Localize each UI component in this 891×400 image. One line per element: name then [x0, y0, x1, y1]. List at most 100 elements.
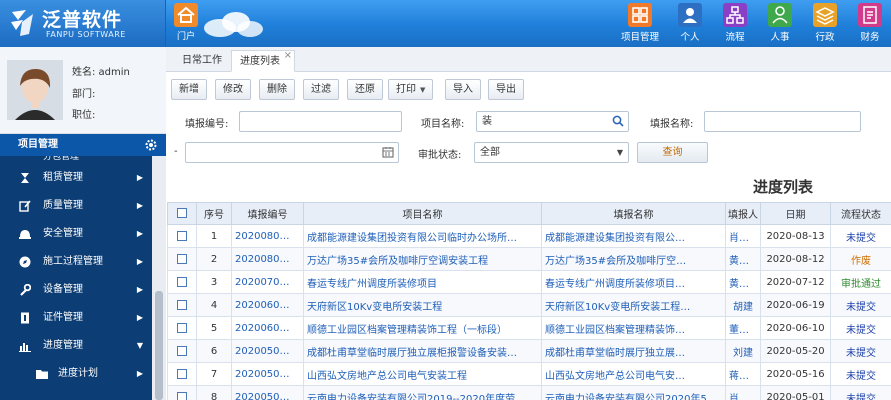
- report-name-link[interactable]: 天府新区10Kv变电所安装工程…: [541, 293, 726, 317]
- export-button[interactable]: 导出: [488, 79, 524, 100]
- column-header[interactable]: 日期: [760, 202, 831, 225]
- print-button[interactable]: 打印 ▼: [388, 79, 434, 100]
- row-checkbox[interactable]: [167, 293, 197, 317]
- report-code-link[interactable]: 2020050…: [231, 385, 304, 400]
- table-row[interactable]: 7 2020050… 山西弘文房地产总公司电气安装工程 山西弘文房地产总公司电气…: [167, 362, 891, 386]
- row-checkbox[interactable]: [167, 247, 197, 271]
- table-row[interactable]: 3 2020070… 春运专线广州调度所装修项目 春运专线广州调度所装修项目… …: [167, 270, 891, 294]
- report-name-link[interactable]: 成都杜甫草堂临时展厅独立展…: [541, 339, 726, 363]
- report-name-link[interactable]: 顺德工业园区档案管理精装饰…: [541, 316, 726, 340]
- row-checkbox[interactable]: [167, 270, 197, 294]
- sidebar-item-safety[interactable]: 安全管理 ▶: [0, 220, 152, 248]
- report-code-link[interactable]: 2020080…: [231, 224, 304, 248]
- gear-icon[interactable]: [144, 138, 158, 152]
- column-header[interactable]: 填报名称: [541, 202, 726, 225]
- project-name-link[interactable]: 成都杜甫草堂临时展厅独立展柜报警设备安装…: [303, 339, 542, 363]
- sidebar-scrollbar[interactable]: [152, 156, 166, 400]
- project-name-link[interactable]: 成都能源建设集团投资有限公司临时办公场所…: [303, 224, 542, 248]
- sidebar-item-progress[interactable]: 进度管理 ▼: [0, 332, 152, 360]
- table-row[interactable]: 1 2020080… 成都能源建设集团投资有限公司临时办公场所… 成都能源建设集…: [167, 224, 891, 248]
- report-name-link[interactable]: 成都能源建设集团投资有限公…: [541, 224, 726, 248]
- row-checkbox[interactable]: [167, 224, 197, 248]
- column-header[interactable]: 序号: [196, 202, 232, 225]
- table-row[interactable]: 5 2020060… 顺德工业园区档案管理精装饰工程（一标段） 顺德工业园区档案…: [167, 316, 891, 340]
- menu-header-label: 项目管理: [18, 139, 58, 150]
- sidebar-item-partial[interactable]: 分包管理: [0, 156, 152, 164]
- report-code-link[interactable]: 2020060…: [231, 316, 304, 340]
- project-name-link[interactable]: 顺德工业园区档案管理精装饰工程（一标段）: [303, 316, 542, 340]
- row-checkbox[interactable]: [167, 362, 197, 386]
- select-all-checkbox[interactable]: [167, 202, 197, 225]
- table-row[interactable]: 2 2020080… 万达广场35#会所及咖啡厅空调安装工程 万达广场35#会所…: [167, 247, 891, 271]
- column-header[interactable]: 填报人: [725, 202, 761, 225]
- edit-button[interactable]: 修改: [215, 79, 251, 100]
- report-date: 2020-07-12: [760, 270, 831, 294]
- row-checkbox[interactable]: [167, 339, 197, 363]
- nav-hr[interactable]: 人事: [758, 3, 802, 43]
- menu-header[interactable]: 项目管理: [0, 134, 166, 156]
- report-code-link[interactable]: 2020050…: [231, 362, 304, 386]
- sidebar-item-construction[interactable]: 施工过程管理 ▶: [0, 248, 152, 276]
- checkbox-icon: [177, 391, 187, 400]
- tab-progress-list[interactable]: 进度列表 ×: [231, 50, 295, 72]
- restore-button[interactable]: 还原: [347, 79, 383, 100]
- sidebar-item-quality[interactable]: 质量管理 ▶: [0, 192, 152, 220]
- project-name-link[interactable]: 春运专线广州调度所装修项目: [303, 270, 542, 294]
- nav-personal[interactable]: 个人: [668, 3, 712, 43]
- chevron-right-icon: ▶: [136, 257, 143, 266]
- report-code-link[interactable]: 2020080…: [231, 247, 304, 271]
- close-icon[interactable]: ×: [284, 45, 292, 67]
- nav-project-management[interactable]: 项目管理: [618, 3, 662, 43]
- sidebar-item-progress-plan[interactable]: 进度计划 ▶: [0, 360, 152, 388]
- report-name-link[interactable]: 万达广场35#会所及咖啡厅空…: [541, 247, 726, 271]
- report-code-link[interactable]: 2020050…: [231, 339, 304, 363]
- sidebar-item-leasing[interactable]: 租赁管理 ▶: [0, 164, 152, 192]
- query-button[interactable]: 查询: [637, 142, 708, 163]
- table-row[interactable]: 8 2020050… 云南电力设备安装有限公司2019--2020年度劳… 云南…: [167, 385, 891, 400]
- row-checkbox[interactable]: [167, 316, 197, 340]
- date-input[interactable]: [185, 142, 399, 163]
- nav-finance[interactable]: 财务: [848, 3, 891, 43]
- checkbox-icon: [177, 299, 187, 310]
- logo: 泛普软件 FANPU SOFTWARE: [0, 0, 166, 47]
- portal-button[interactable]: 门户: [172, 3, 200, 42]
- project-name-link[interactable]: 天府新区10Kv变电所安装工程: [303, 293, 542, 317]
- report-name-link[interactable]: 云南电力设备安装有限公司2020年5月…: [541, 385, 726, 400]
- calendar-icon[interactable]: [382, 146, 394, 158]
- report-code-link[interactable]: 2020060…: [231, 293, 304, 317]
- project-name-link[interactable]: 山西弘文房地产总公司电气安装工程: [303, 362, 542, 386]
- reporter: 黄思聪: [725, 270, 761, 294]
- report-no-input[interactable]: [239, 111, 402, 132]
- add-button[interactable]: 新增: [171, 79, 207, 100]
- project-name-link[interactable]: 云南电力设备安装有限公司2019--2020年度劳…: [303, 385, 542, 400]
- table-row[interactable]: 6 2020050… 成都杜甫草堂临时展厅独立展柜报警设备安装… 成都杜甫草堂临…: [167, 339, 891, 363]
- project-name-input[interactable]: 装: [476, 111, 629, 132]
- report-date: 2020-05-01: [760, 385, 831, 400]
- approval-status-select[interactable]: 全部 ▼: [474, 142, 629, 163]
- chevron-right-icon: ▶: [136, 173, 143, 182]
- tab-daily-work[interactable]: 日常工作: [174, 50, 230, 72]
- column-header[interactable]: 填报编号: [231, 202, 304, 225]
- people-icon: [768, 3, 792, 27]
- filter-button[interactable]: 过滤: [303, 79, 339, 100]
- table-row[interactable]: 4 2020060… 天府新区10Kv变电所安装工程 天府新区10Kv变电所安装…: [167, 293, 891, 317]
- report-name-input[interactable]: [704, 111, 861, 132]
- sidebar-item-label: 设备管理: [43, 284, 83, 295]
- column-header[interactable]: 项目名称: [303, 202, 542, 225]
- sidebar-scrollbar-thumb[interactable]: [155, 291, 163, 400]
- sidebar-item-certificates[interactable]: 证件管理 ▶: [0, 304, 152, 332]
- column-header[interactable]: 流程状态: [830, 202, 891, 225]
- project-name-link[interactable]: 万达广场35#会所及咖啡厅空调安装工程: [303, 247, 542, 271]
- nav-admin[interactable]: 行政: [803, 3, 847, 43]
- report-name-link[interactable]: 春运专线广州调度所装修项目…: [541, 270, 726, 294]
- delete-button[interactable]: 删除: [259, 79, 295, 100]
- sidebar-item-equipment[interactable]: 设备管理 ▶: [0, 276, 152, 304]
- nav-workflow[interactable]: 流程: [713, 3, 757, 43]
- import-button[interactable]: 导入: [445, 79, 481, 100]
- report-code-link[interactable]: 2020070…: [231, 270, 304, 294]
- report-name-link[interactable]: 山西弘文房地产总公司电气安…: [541, 362, 726, 386]
- row-checkbox[interactable]: [167, 385, 197, 400]
- search-icon[interactable]: [612, 115, 624, 127]
- hourglass-icon: [21, 173, 29, 183]
- report-date: 2020-05-16: [760, 362, 831, 386]
